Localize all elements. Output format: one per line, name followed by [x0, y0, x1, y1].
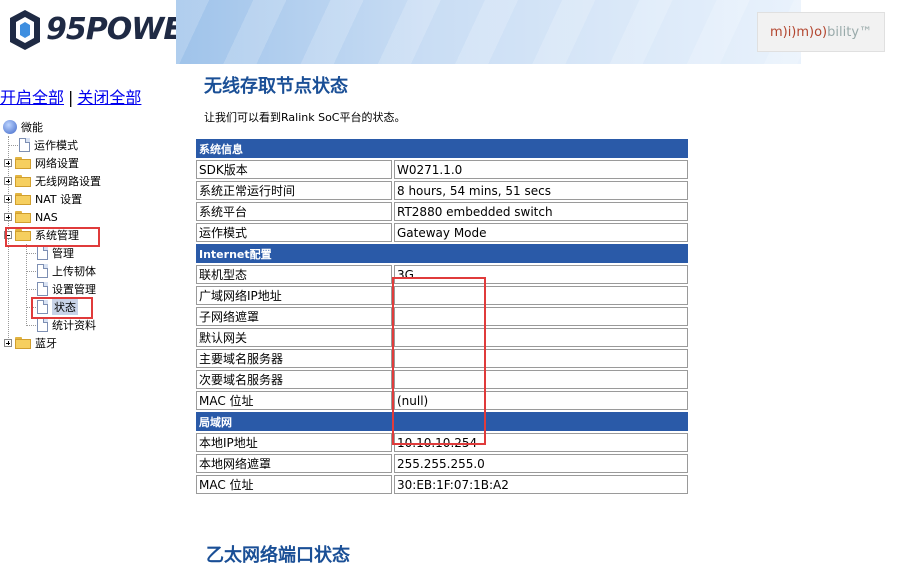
table-row: SDK版本 W0271.1.0: [196, 160, 688, 179]
row-value: RT2880 embedded switch: [394, 202, 688, 221]
page-icon: [37, 264, 48, 278]
row-value: 255.255.255.0: [394, 454, 688, 473]
globe-icon: [3, 120, 17, 134]
row-label: 联机型态: [196, 265, 392, 284]
folder-icon: [15, 211, 31, 223]
page-title: 无线存取节点状态: [204, 76, 348, 97]
brand-logo: 95POWER: [0, 0, 206, 64]
sidebar-item-firmware-upload[interactable]: 上传韧体: [37, 262, 96, 280]
page-description: 让我们可以看到Ralink SoC平台的状态。: [204, 111, 406, 124]
expand-icon[interactable]: [4, 195, 12, 203]
page-icon: [19, 138, 30, 152]
row-value: W0271.1.0: [394, 160, 688, 179]
folder-icon: [15, 337, 31, 349]
row-label: 主要域名服务器: [196, 349, 392, 368]
page-icon: [37, 318, 48, 332]
row-label: 系统平台: [196, 202, 392, 221]
folder-icon: [15, 193, 31, 205]
row-label: 运作模式: [196, 223, 392, 242]
row-value: Gateway Mode: [394, 223, 688, 242]
ethernet-port-status-title: 乙太网络端口状态: [206, 545, 350, 566]
sidebar-item-label: 设置管理: [52, 283, 96, 296]
folder-icon: [15, 157, 31, 169]
highlight-box-internet-values: [392, 277, 486, 445]
table-row: 本地网络遮罩 255.255.255.0: [196, 454, 688, 473]
sidebar-item-bluetooth[interactable]: 蓝牙: [4, 334, 57, 352]
sidebar-item-settings-management[interactable]: 设置管理: [37, 280, 96, 298]
expand-icon[interactable]: [4, 339, 12, 347]
sidebar-item-network[interactable]: 网络设置: [4, 154, 79, 172]
row-value: 30:EB:1F:07:1B:A2: [394, 475, 688, 494]
section-header-system: 系统信息: [196, 139, 688, 158]
expand-icon[interactable]: [4, 159, 12, 167]
sidebar-item-operation-mode[interactable]: 运作模式: [19, 136, 78, 154]
sidebar-item-label: 运作模式: [34, 139, 78, 152]
tree-expand-links: 开启全部 | 关闭全部: [0, 84, 141, 108]
sidebar-item-label: NAS: [35, 210, 58, 224]
sidebar-item-label: 蓝牙: [35, 337, 57, 350]
row-label: MAC 位址: [196, 391, 392, 410]
page-icon: [37, 246, 48, 260]
row-label: 默认网关: [196, 328, 392, 347]
sidebar-item-label: 管理: [52, 247, 74, 260]
row-label: 广域网络IP地址: [196, 286, 392, 305]
sidebar-item-nat[interactable]: NAT 设置: [4, 190, 82, 208]
table-row: MAC 位址 30:EB:1F:07:1B:A2: [196, 475, 688, 494]
section-header-internet: Internet配置: [196, 244, 688, 263]
row-value: 8 hours, 54 mins, 51 secs: [394, 181, 688, 200]
expand-icon[interactable]: [4, 177, 12, 185]
row-label: 本地IP地址: [196, 433, 392, 452]
partner-logo-rest: bility™: [827, 24, 873, 40]
table-row: 运作模式 Gateway Mode: [196, 223, 688, 242]
row-label: SDK版本: [196, 160, 392, 179]
table-row: 系统正常运行时间 8 hours, 54 mins, 51 secs: [196, 181, 688, 200]
tree-root-label: 微能: [21, 121, 43, 134]
highlight-box-status: [31, 297, 93, 319]
partner-logo: m)i)m)o) bility™: [757, 12, 885, 52]
sidebar-item-label: 无线网路设置: [35, 175, 101, 188]
close-all-link[interactable]: 关闭全部: [77, 88, 141, 107]
sidebar-item-label: 上传韧体: [52, 265, 96, 278]
link-separator: |: [68, 88, 74, 107]
row-label: 子网络遮罩: [196, 307, 392, 326]
brand-mark-icon: [10, 10, 40, 50]
sidebar-item-label: 统计资料: [52, 319, 96, 332]
sidebar-item-nas[interactable]: NAS: [4, 208, 58, 226]
page-icon: [37, 282, 48, 296]
partner-logo-main: m)i)m)o): [769, 24, 828, 40]
highlight-box-system-admin: [5, 227, 100, 247]
open-all-link[interactable]: 开启全部: [0, 88, 64, 107]
row-label: 系统正常运行时间: [196, 181, 392, 200]
row-label: MAC 位址: [196, 475, 392, 494]
folder-icon: [15, 175, 31, 187]
table-row: 系统平台 RT2880 embedded switch: [196, 202, 688, 221]
expand-icon[interactable]: [4, 213, 12, 221]
row-label: 本地网络遮罩: [196, 454, 392, 473]
sidebar-item-wireless[interactable]: 无线网路设置: [4, 172, 101, 190]
sidebar-item-label: 网络设置: [35, 157, 79, 170]
sidebar-item-label: NAT 设置: [35, 193, 83, 206]
header-banner: [176, 0, 801, 64]
row-label: 次要域名服务器: [196, 370, 392, 389]
tree-root[interactable]: 微能: [3, 118, 43, 136]
